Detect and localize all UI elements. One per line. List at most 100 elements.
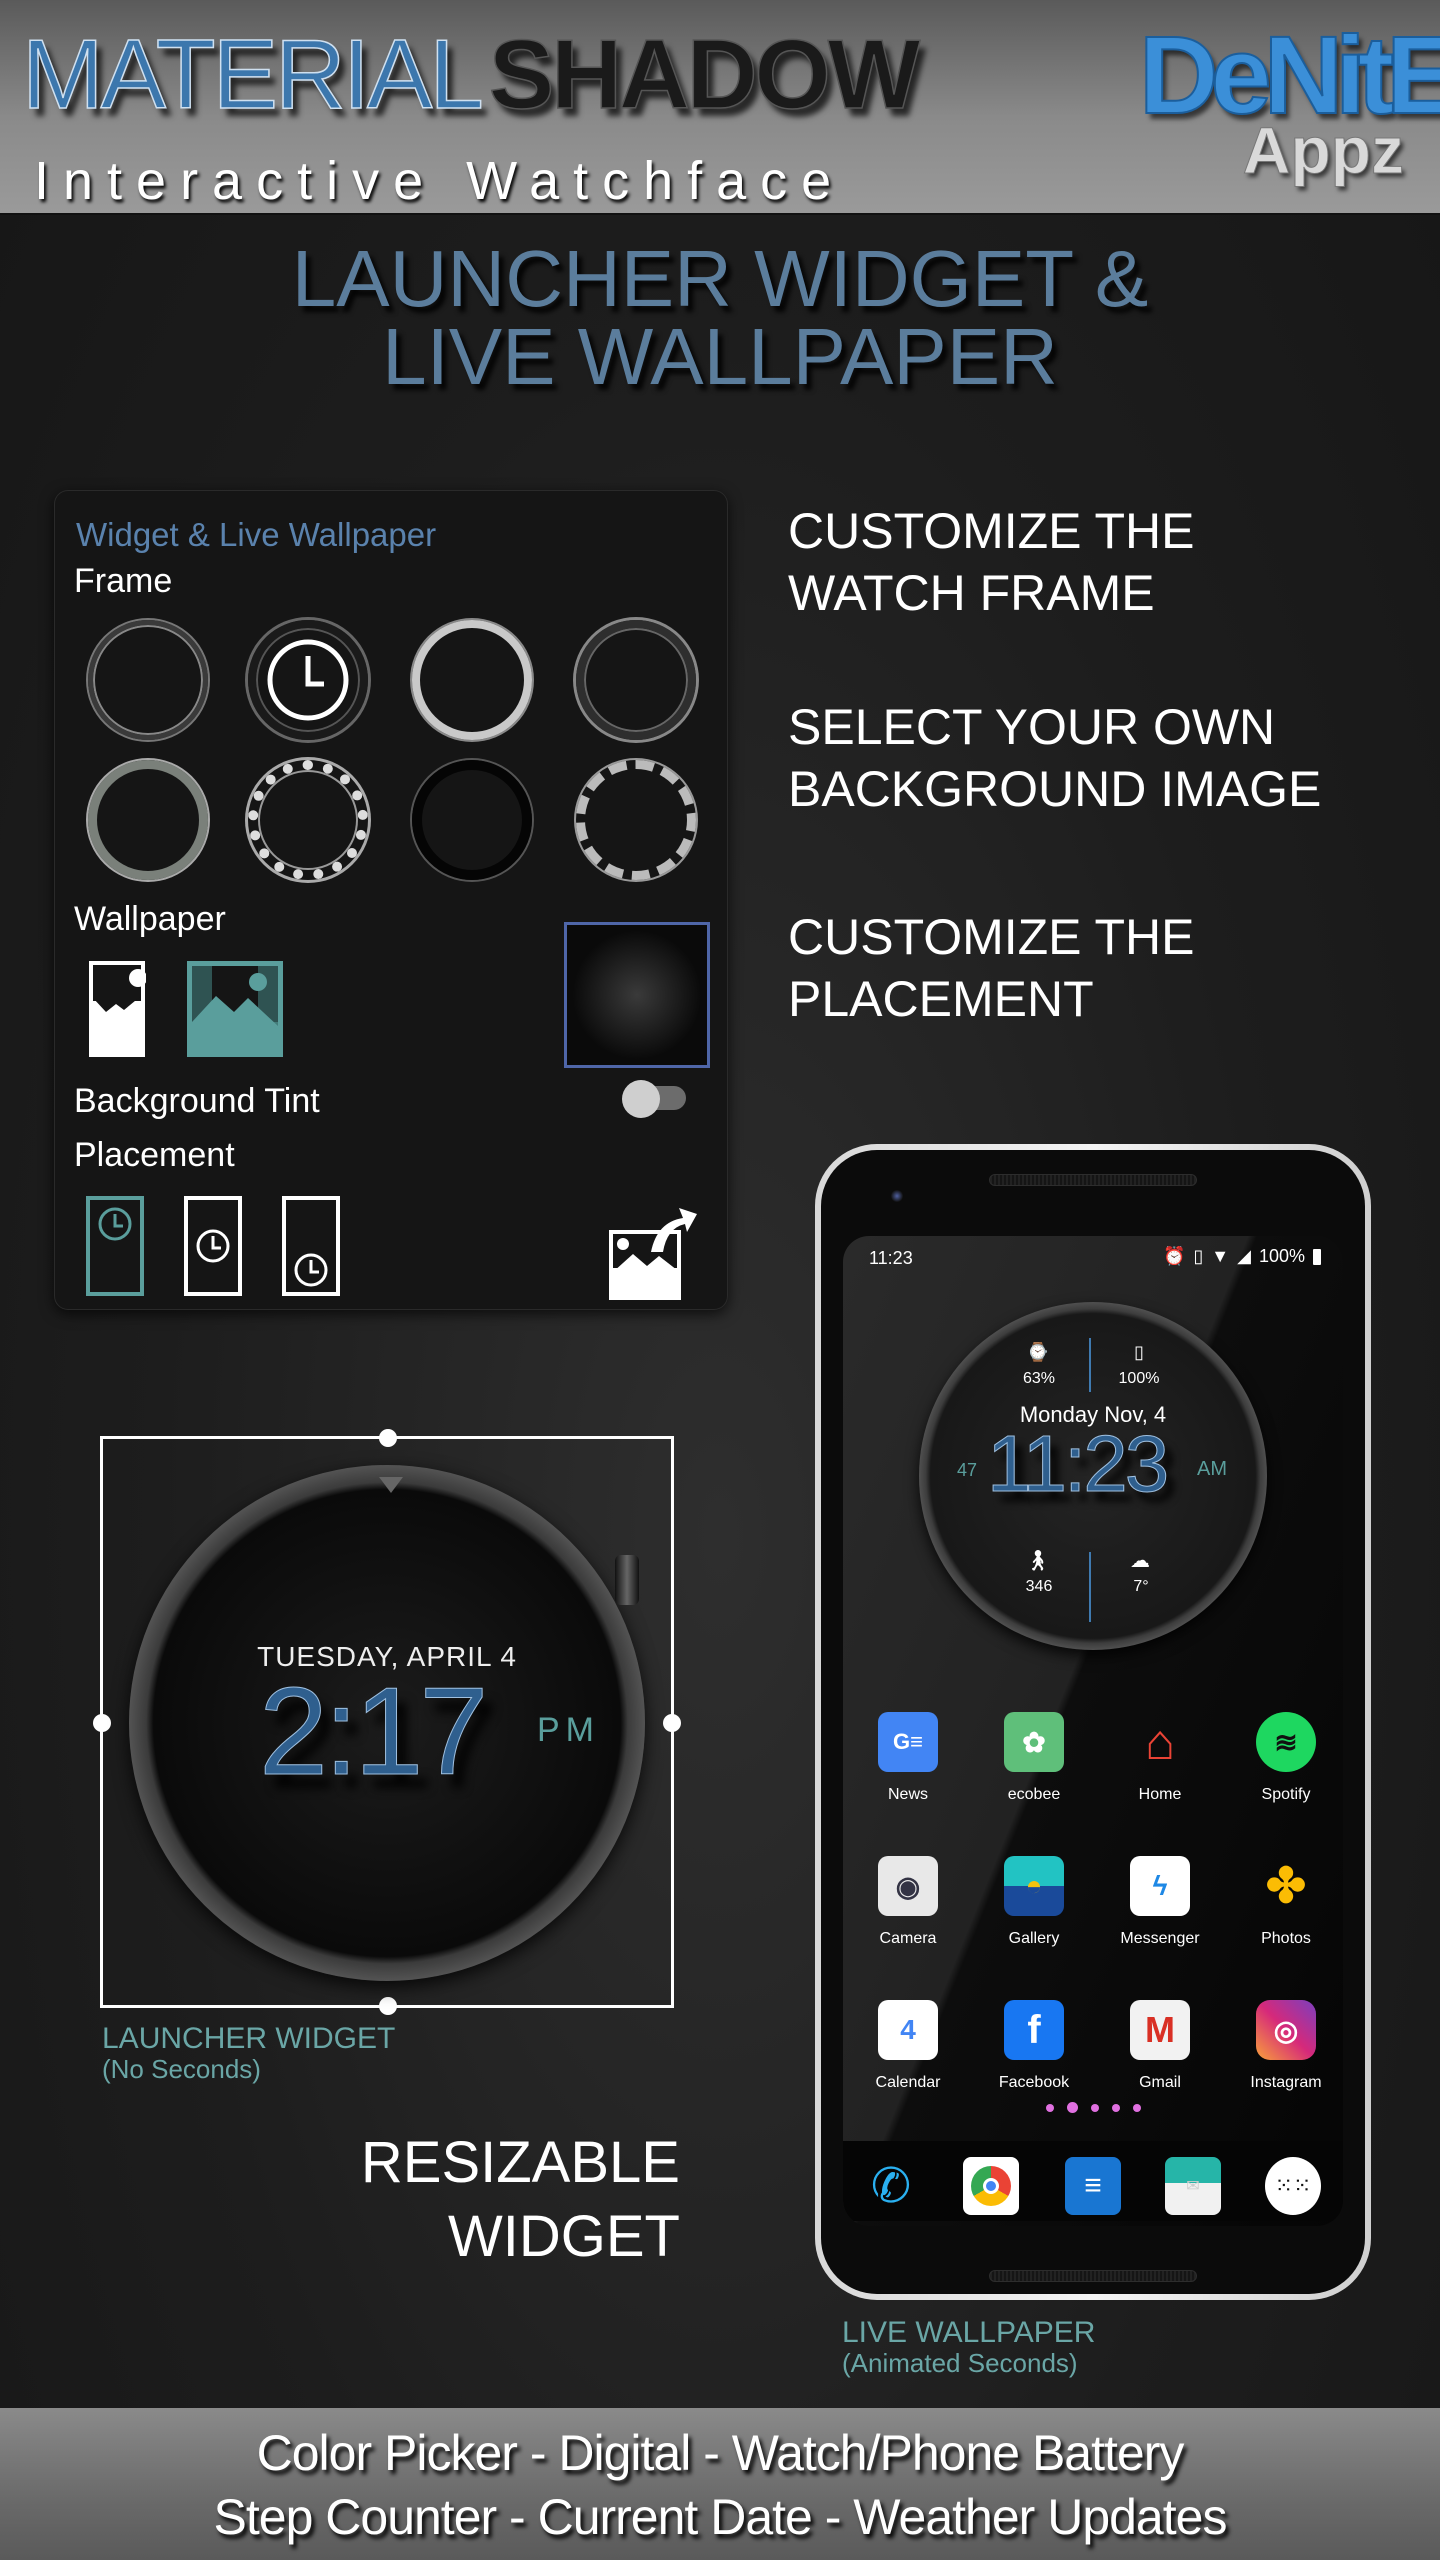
live-watch-ampm: AM [1197,1458,1227,1480]
home-icon: ⌂ [1144,1714,1176,1770]
frame-option-7[interactable] [412,760,532,880]
wallpaper-label: Wallpaper [74,900,226,938]
launcher-watch-time: 2:17 [258,1663,488,1802]
app-gallery[interactable]: ◓ Gallery [979,1856,1089,1948]
page-dot-current[interactable] [1066,2102,1078,2113]
feature-1-line-1: CUSTOMIZE THE [788,503,1195,559]
placement-bottom-button[interactable] [282,1196,340,1296]
full-wallpaper-button[interactable] [186,960,284,1063]
feature-1: CUSTOMIZE THE WATCH FRAME [788,500,1195,624]
weather-icon: ☁ [1130,1550,1150,1572]
front-camera [891,1190,903,1202]
app-instagram[interactable]: ◎ Instagram [1231,2000,1341,2092]
divider-bottom [1089,1552,1091,1622]
phone-icon[interactable]: ✆ [863,2157,919,2215]
app-drawer-icon[interactable]: ⁙⁙ [1265,2157,1321,2215]
chrome-icon[interactable] [963,2157,1019,2215]
live-wallpaper-sublabel: (Animated Seconds) [842,2348,1078,2378]
app-camera[interactable]: ◉ Camera [853,1856,963,1948]
launcher-widget-label: LAUNCHER WIDGET [102,2022,396,2055]
app-label: Photos [1261,1930,1311,1947]
page-dot[interactable] [1090,2103,1099,2112]
resize-handle-left[interactable] [93,1714,111,1732]
logo-sub: Appz [1242,113,1404,188]
feature-3-line-1: CUSTOMIZE THE [788,909,1195,965]
frame-option-1[interactable] [88,620,208,740]
image-share-icon [609,1208,697,1300]
feature-3-line-2: PLACEMENT [788,971,1094,1027]
footer-banner: Color Picker - Digital - Watch/Phone Bat… [0,2408,1440,2560]
app-facebook[interactable]: f Facebook [979,2000,1089,2092]
phone-battery-value: 100% [1118,1370,1160,1387]
app-spotify[interactable]: ≋ Spotify [1231,1712,1341,1804]
app-ecobee[interactable]: ✿ ecobee [979,1712,1089,1804]
email-icon[interactable]: ✉ [1165,2157,1221,2215]
background-tint-label: Background Tint [74,1082,320,1120]
messenger-icon: ϟ [1130,1856,1190,1916]
placement-label: Placement [74,1136,235,1174]
set-wallpaper-button[interactable] [607,1200,697,1300]
alarm-icon: ⏰ [1162,1246,1186,1266]
app-label: Instagram [1250,2074,1322,2091]
app-calendar[interactable]: 4 Calendar [853,2000,963,2092]
app-gmail[interactable]: M Gmail [1105,2000,1215,2092]
page-dot[interactable] [1111,2103,1120,2112]
app-label: Calendar [875,2074,941,2091]
resizable-widget-text: RESIZABLE WIDGET [361,2126,680,2274]
app-photos[interactable]: ✤ Photos [1231,1856,1341,1948]
placement-center-button[interactable] [184,1196,242,1296]
resizable-line-1: RESIZABLE [360,2130,680,2195]
feature-2: SELECT YOUR OWN BACKGROUND IMAGE [788,696,1321,820]
page-indicator [843,2102,1343,2113]
clock-bottom-icon [294,1253,328,1287]
developer-logo: DeNitE! Appz [1138,12,1440,188]
page-dot[interactable] [1132,2103,1141,2112]
app-title-material: MATERIAL [21,18,484,130]
headline-line-2: LIVE WALLPAPER [382,312,1058,401]
placement-top-button[interactable] [86,1196,144,1296]
bezel-marker-icon [379,1477,403,1493]
temperature-value: 7° [1133,1578,1149,1595]
frame-option-8[interactable] [576,760,696,880]
app-news[interactable]: G≡ News [853,1712,963,1804]
wallpaper-preview[interactable] [564,922,710,1068]
resize-handle-top[interactable] [379,1429,397,1447]
vibrate-icon: ▯ [1193,1246,1204,1266]
watch-crown [615,1555,639,1605]
resize-handle-right[interactable] [663,1714,681,1732]
footer-line-2: Step Counter - Current Date - Weather Up… [213,2489,1228,2545]
frame-option-2-selected[interactable] [248,620,368,740]
status-bar: 11:23 ⏰ ▯ ▼ ◢ 100% [843,1236,1343,1276]
messages-icon[interactable]: ≡ [1065,2157,1121,2215]
live-watch-seconds: 47 [957,1460,978,1480]
instagram-icon: ◎ [1256,2000,1316,2060]
crop-wallpaper-button[interactable] [88,960,147,1063]
photos-icon: ✤ [1265,1860,1307,1913]
wifi-icon: ▼ [1211,1246,1230,1266]
frame-option-4[interactable] [576,620,696,740]
app-label: Gallery [1008,1930,1060,1947]
header-banner: MATERIALSHADOW Interactive Watchface DeN… [0,0,1440,215]
background-tint-toggle[interactable] [620,1078,688,1118]
launcher-watch-face: TUESDAY, APRIL 4 2:17 PM [129,1465,645,1981]
app-subtitle: Interactive Watchface [34,151,846,211]
app-messenger[interactable]: ϟ Messenger [1105,1856,1215,1948]
frame-option-5[interactable] [88,760,208,880]
launcher-widget-resize-frame[interactable]: TUESDAY, APRIL 4 2:17 PM [93,1429,681,2015]
app-label: Gmail [1139,2074,1181,2091]
frame-option-6[interactable] [248,760,368,880]
headline: LAUNCHER WIDGET & LIVE WALLPAPER [0,239,1440,401]
live-watch-time: 11:23 [986,1419,1169,1509]
page-dot[interactable] [1045,2103,1054,2112]
full-wallpaper-icon [187,961,283,1057]
gmail-icon: M [1130,2000,1190,2060]
live-wallpaper-label: LIVE WALLPAPER [842,2316,1096,2349]
app-label: Spotify [1261,1786,1311,1803]
resize-handle-bottom[interactable] [379,1997,397,2015]
app-home[interactable]: ⌂ Home [1105,1712,1215,1804]
top-speaker [989,1174,1197,1186]
dock: ✆ ≡ ✉ ⁙⁙ [843,2141,1343,2221]
frame-option-3[interactable] [412,620,532,740]
promo-page: MATERIALSHADOW Interactive Watchface DeN… [0,0,1440,2560]
resizable-line-2: WIDGET [448,2204,680,2269]
